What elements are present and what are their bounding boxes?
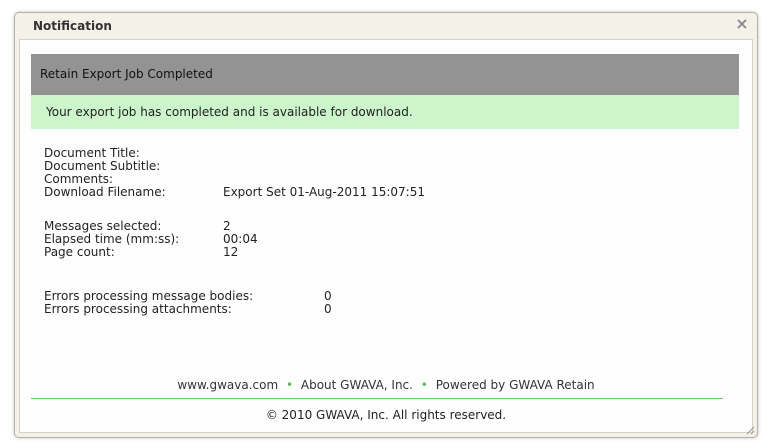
dialog-titlebar[interactable]: Notification × bbox=[15, 13, 757, 39]
errors-bodies-value: 0 bbox=[324, 289, 332, 303]
dialog-title: Notification bbox=[33, 19, 112, 33]
messages-selected-label: Messages selected: bbox=[44, 219, 162, 233]
elapsed-time-label: Elapsed time (mm:ss): bbox=[44, 232, 180, 246]
elapsed-time-value: 00:04 bbox=[223, 232, 258, 246]
powered-by-link[interactable]: Powered by GWAVA Retain bbox=[436, 378, 595, 392]
gwava-website-link[interactable]: www.gwava.com bbox=[177, 378, 278, 392]
footer-separator: • bbox=[420, 378, 428, 392]
footer-links: www.gwava.com • About GWAVA, Inc. • Powe… bbox=[20, 378, 752, 392]
errors-attachments-value: 0 bbox=[324, 302, 332, 316]
messages-selected-value: 2 bbox=[223, 219, 231, 233]
document-title-label: Document Title: bbox=[44, 146, 140, 160]
footer-divider bbox=[31, 398, 723, 399]
footer-separator: • bbox=[285, 378, 294, 392]
close-icon[interactable]: × bbox=[735, 16, 749, 32]
resize-grip-icon[interactable] bbox=[745, 425, 755, 435]
page-count-value: 12 bbox=[223, 245, 239, 259]
job-status-header-text: Retain Export Job Completed bbox=[40, 67, 213, 81]
errors-bodies-label: Errors processing message bodies: bbox=[44, 289, 254, 303]
download-filename-value: Export Set 01-Aug-2011 15:07:51 bbox=[223, 185, 425, 199]
errors-attachments-label: Errors processing attachments: bbox=[44, 302, 232, 316]
about-gwava-link[interactable]: About GWAVA, Inc. bbox=[301, 378, 413, 392]
comments-label: Comments: bbox=[44, 172, 114, 186]
notification-dialog: Notification × Retain Export Job Complet… bbox=[14, 12, 758, 438]
document-subtitle-label: Document Subtitle: bbox=[44, 159, 161, 173]
job-status-header: Retain Export Job Completed bbox=[31, 54, 739, 95]
download-filename-label: Download Filename: bbox=[44, 185, 166, 199]
page-count-label: Page count: bbox=[44, 245, 115, 259]
success-message-text: Your export job has completed and is ava… bbox=[46, 105, 413, 119]
copyright-text: © 2010 GWAVA, Inc. All rights reserved. bbox=[265, 408, 507, 422]
success-message-bar: Your export job has completed and is ava… bbox=[31, 95, 739, 129]
dialog-content: Retain Export Job Completed Your export … bbox=[19, 39, 753, 433]
